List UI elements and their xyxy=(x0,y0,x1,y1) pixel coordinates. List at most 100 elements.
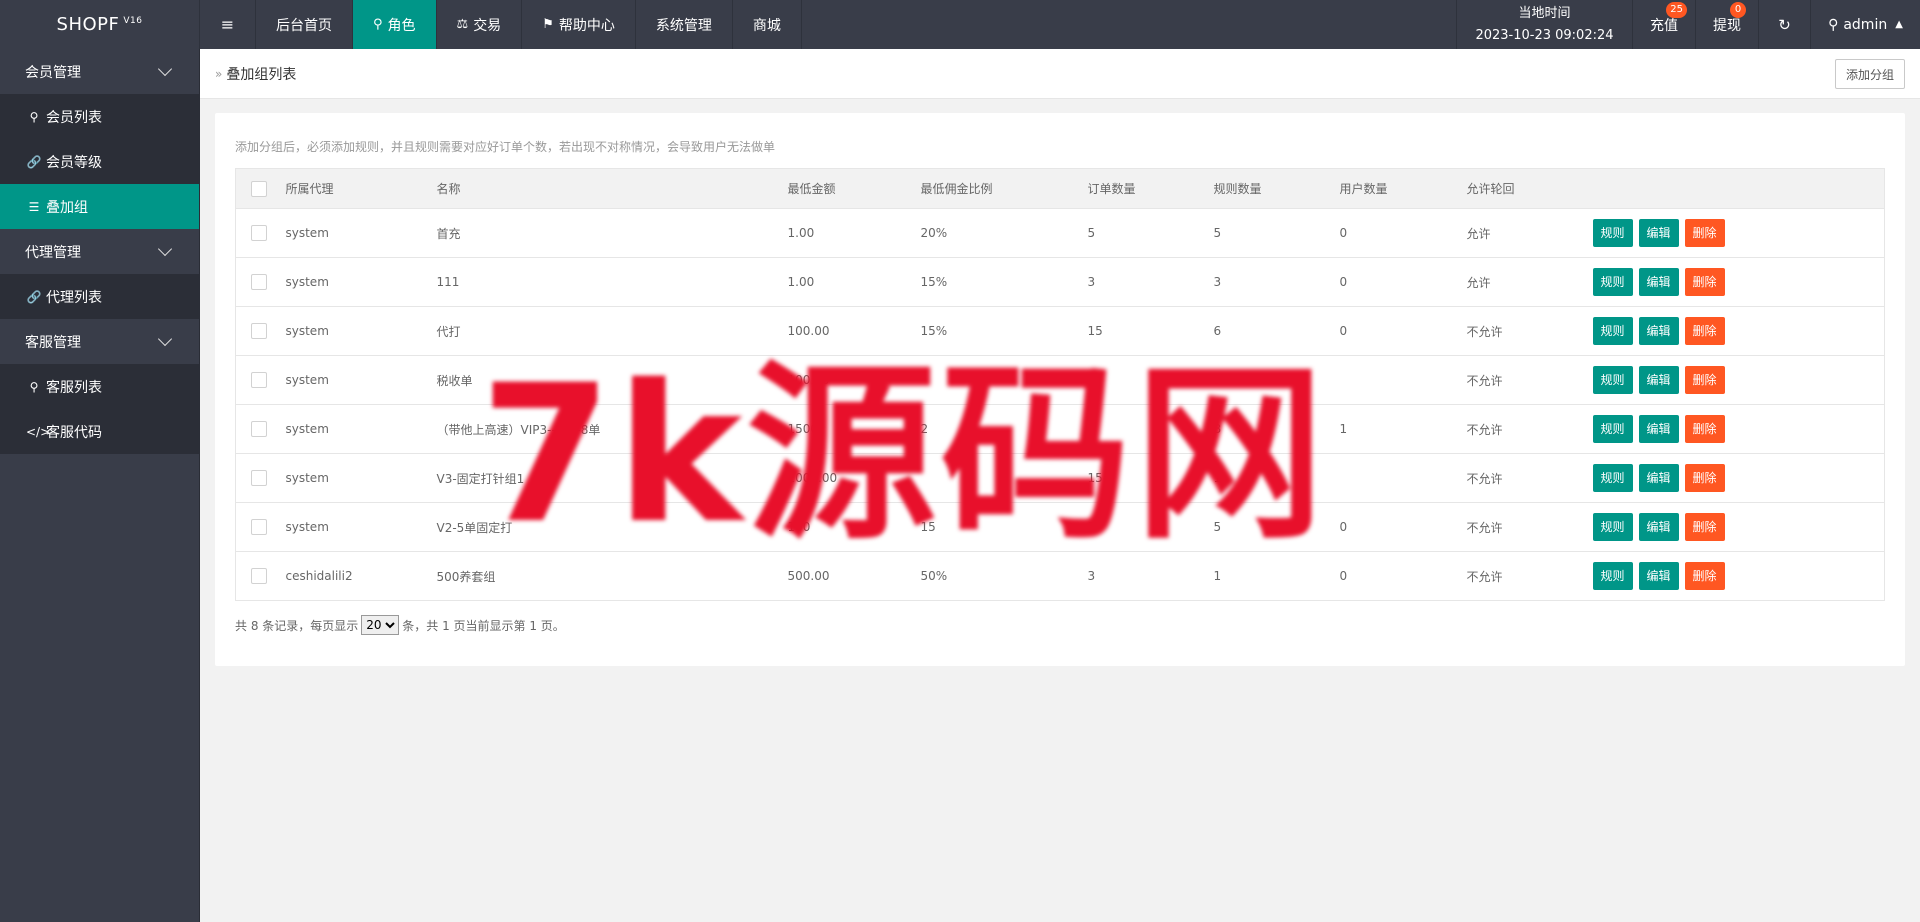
delete-button[interactable]: 删除 xyxy=(1684,317,1725,345)
row-actions: 规则 编辑 删除 xyxy=(1592,551,1885,601)
row-checkbox[interactable] xyxy=(251,421,267,437)
row-checkbox-cell xyxy=(235,306,286,356)
column-header: 最低佣金比例 xyxy=(920,168,1088,209)
cell-loop: 允许 xyxy=(1466,257,1593,307)
column-header: 用户数量 xyxy=(1339,168,1467,209)
edit-button[interactable]: 编辑 xyxy=(1638,366,1679,394)
double-chevron-right-icon: » xyxy=(215,66,223,81)
user-menu[interactable]: ⚲ admin ▲ xyxy=(1810,0,1920,49)
cell-loop: 不允许 xyxy=(1466,502,1593,552)
nav-role[interactable]: ⚲ 角色 xyxy=(353,0,437,49)
delete-button[interactable]: 删除 xyxy=(1684,219,1725,247)
local-time: 当地时间 2023-10-23 09:02:24 xyxy=(1456,0,1632,49)
cell-min-rate: 15% xyxy=(920,306,1088,356)
cell-name: V2-5单固定打 xyxy=(436,502,788,552)
cell-users xyxy=(1339,355,1467,405)
nav-home[interactable]: 后台首页 xyxy=(256,0,353,49)
cell-loop: 不允许 xyxy=(1466,355,1593,405)
recharge-button[interactable]: 充值 25 xyxy=(1632,0,1695,49)
rules-button[interactable]: 规则 xyxy=(1592,513,1633,541)
add-group-button[interactable]: 添加分组 xyxy=(1834,59,1905,89)
rules-button[interactable]: 规则 xyxy=(1592,268,1633,296)
cell-name: 代打 xyxy=(436,306,788,356)
table-row: system V3-固定打针组1 1000.00 15 1 不允许 规则 编辑 删除 xyxy=(235,453,1885,503)
row-checkbox[interactable] xyxy=(251,323,267,339)
sidebar-item-member-level[interactable]: 🔗 会员等级 xyxy=(0,139,199,184)
select-all-checkbox[interactable] xyxy=(251,180,267,197)
user-icon: ⚲ xyxy=(29,109,39,124)
sidebar-item-service-list[interactable]: ⚲ 客服列表 xyxy=(0,364,199,409)
column-header: 名称 xyxy=(436,168,788,209)
row-checkbox[interactable] xyxy=(251,372,267,388)
notice-text: 添加分组后，必须添加规则，并且规则需要对应好订单个数，若出现不对称情况，会导致用… xyxy=(235,140,776,154)
delete-button[interactable]: 删除 xyxy=(1684,562,1725,590)
delete-button[interactable]: 删除 xyxy=(1684,415,1725,443)
cell-name: （带他上高速）VIP3---转--8单 xyxy=(436,404,788,454)
column-header: 订单数量 xyxy=(1087,168,1214,209)
rules-button[interactable]: 规则 xyxy=(1592,219,1633,247)
rules-button[interactable]: 规则 xyxy=(1592,464,1633,492)
row-checkbox[interactable] xyxy=(251,519,267,535)
delete-button[interactable]: 删除 xyxy=(1684,464,1725,492)
row-checkbox[interactable] xyxy=(251,470,267,486)
link-icon: 🔗 xyxy=(26,154,42,169)
logo[interactable]: SHOPF V16 xyxy=(0,0,200,49)
cell-min-rate: 15% xyxy=(920,257,1088,307)
nav-label: 帮助中心 xyxy=(558,17,615,34)
cell-min-amount: 100.00 xyxy=(787,306,921,356)
page-size-select[interactable]: 20 xyxy=(361,615,400,635)
nav-help[interactable]: ⚑ 帮助中心 xyxy=(522,0,636,49)
sidebar-group-label: 客服管理 xyxy=(25,334,81,351)
delete-button[interactable]: 删除 xyxy=(1684,268,1725,296)
rules-button[interactable]: 规则 xyxy=(1592,366,1633,394)
nav-mall[interactable]: 商城 xyxy=(733,0,802,49)
cell-rules: 6 xyxy=(1213,306,1340,356)
edit-button[interactable]: 编辑 xyxy=(1638,317,1679,345)
time-value: 2023-10-23 09:02:24 xyxy=(1475,27,1614,43)
cell-users: 1 xyxy=(1339,404,1467,454)
chevron-down-icon xyxy=(157,241,173,257)
row-checkbox[interactable] xyxy=(251,225,267,241)
refresh-button[interactable]: ↻ xyxy=(1758,0,1810,49)
rules-button[interactable]: 规则 xyxy=(1592,562,1633,590)
nav-system[interactable]: 系统管理 xyxy=(636,0,733,49)
edit-button[interactable]: 编辑 xyxy=(1638,415,1679,443)
cell-min-amount: 1.00 xyxy=(787,257,921,307)
column-header-actions xyxy=(1592,168,1885,209)
logo-version: V16 xyxy=(123,15,143,26)
sidebar-group-member[interactable]: 会员管理 xyxy=(0,49,199,94)
refresh-icon: ↻ xyxy=(1778,15,1791,34)
pager-prefix: 共 8 条记录，每页显示 xyxy=(235,618,359,633)
nav-trade[interactable]: ⚖ 交易 xyxy=(437,0,523,49)
cell-loop: 不允许 xyxy=(1466,551,1593,601)
header-right: 当地时间 2023-10-23 09:02:24 充值 25 提现 0 ↻ ⚲ … xyxy=(1456,0,1920,49)
edit-button[interactable]: 编辑 xyxy=(1638,268,1679,296)
cell-min-rate: 20% xyxy=(920,208,1088,258)
rules-button[interactable]: 规则 xyxy=(1592,415,1633,443)
sidebar-group-label: 代理管理 xyxy=(25,244,81,261)
edit-button[interactable]: 编辑 xyxy=(1638,219,1679,247)
delete-button[interactable]: 删除 xyxy=(1684,513,1725,541)
sidebar-item-agent-list[interactable]: 🔗 代理列表 xyxy=(0,274,199,319)
rules-button[interactable]: 规则 xyxy=(1592,317,1633,345)
table-header-row: 所属代理 名称 最低金额 最低佣金比例 订单数量 规则数量 用户数量 允许轮回 xyxy=(235,168,1885,209)
sidebar-group-service[interactable]: 客服管理 xyxy=(0,319,199,364)
edit-button[interactable]: 编辑 xyxy=(1638,464,1679,492)
row-checkbox-cell xyxy=(235,453,286,503)
cell-agent: system xyxy=(285,306,437,356)
cell-agent: system xyxy=(285,355,437,405)
menu-toggle-button[interactable]: ≡ xyxy=(200,0,256,49)
edit-button[interactable]: 编辑 xyxy=(1638,562,1679,590)
cell-loop: 允许 xyxy=(1466,208,1593,258)
sidebar-group-agent[interactable]: 代理管理 xyxy=(0,229,199,274)
row-checkbox[interactable] xyxy=(251,568,267,584)
sidebar-item-member-list[interactable]: ⚲ 会员列表 xyxy=(0,94,199,139)
sidebar-item-service-code[interactable]: </> 客服代码 xyxy=(0,409,199,454)
column-header: 规则数量 xyxy=(1213,168,1340,209)
delete-button[interactable]: 删除 xyxy=(1684,366,1725,394)
edit-button[interactable]: 编辑 xyxy=(1638,513,1679,541)
sidebar-item-stack-group[interactable]: ☰ 叠加组 xyxy=(0,184,199,229)
withdraw-button[interactable]: 提现 0 xyxy=(1695,0,1758,49)
row-checkbox[interactable] xyxy=(251,274,267,290)
cell-rules: 8 xyxy=(1213,404,1340,454)
